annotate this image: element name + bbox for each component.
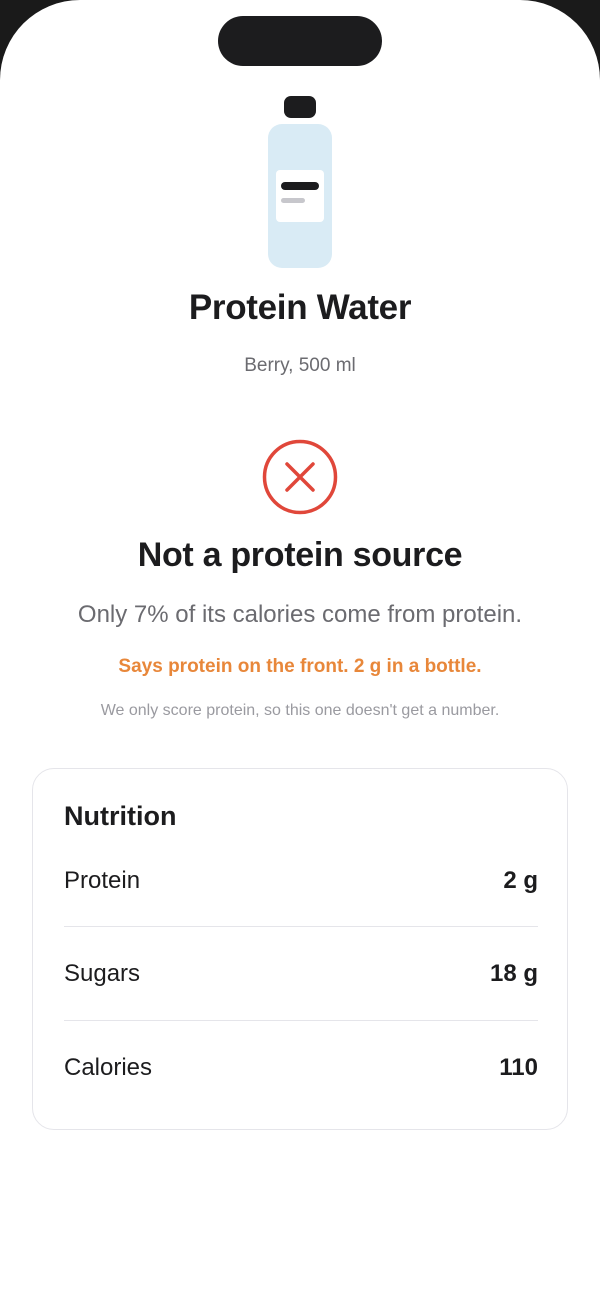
nutrition-label: Protein [64, 867, 141, 894]
label-warning: Says protein on the front. 2 g in a bott… [118, 656, 482, 677]
nutrition-card: Nutrition Protein 2 g Sugars 18 g Calori… [32, 768, 568, 1130]
nutrition-value: 2 g [503, 867, 538, 894]
app-screen: Protein Water Berry, 500 ml Not a protei… [0, 0, 600, 1297]
verdict-headline: Not a protein source [137, 536, 463, 574]
nutrition-label: Sugars [64, 960, 141, 987]
bottle-icon [268, 96, 332, 268]
product-name: Protein Water [188, 288, 412, 327]
row-divider [64, 926, 538, 927]
nutrition-row-protein: Protein 2 g [64, 862, 538, 956]
dynamic-island [218, 16, 382, 66]
nutrition-value: 110 [499, 1054, 538, 1081]
nutrition-row-calories: Calories 110 [64, 1049, 538, 1143]
scoring-note: We only score protein, so this one doesn… [100, 702, 500, 719]
nutrition-value: 18 g [489, 960, 538, 987]
row-divider [64, 1020, 538, 1021]
nutrition-label: Calories [64, 1054, 153, 1081]
product-variant: Berry, 500 ml [244, 355, 356, 376]
nutrition-row-sugars: Sugars 18 g [64, 955, 538, 1049]
x-circle-icon [262, 439, 338, 515]
verdict-explanation: Only 7% of its calories come from protei… [77, 601, 523, 628]
nutrition-title: Nutrition [64, 801, 177, 831]
